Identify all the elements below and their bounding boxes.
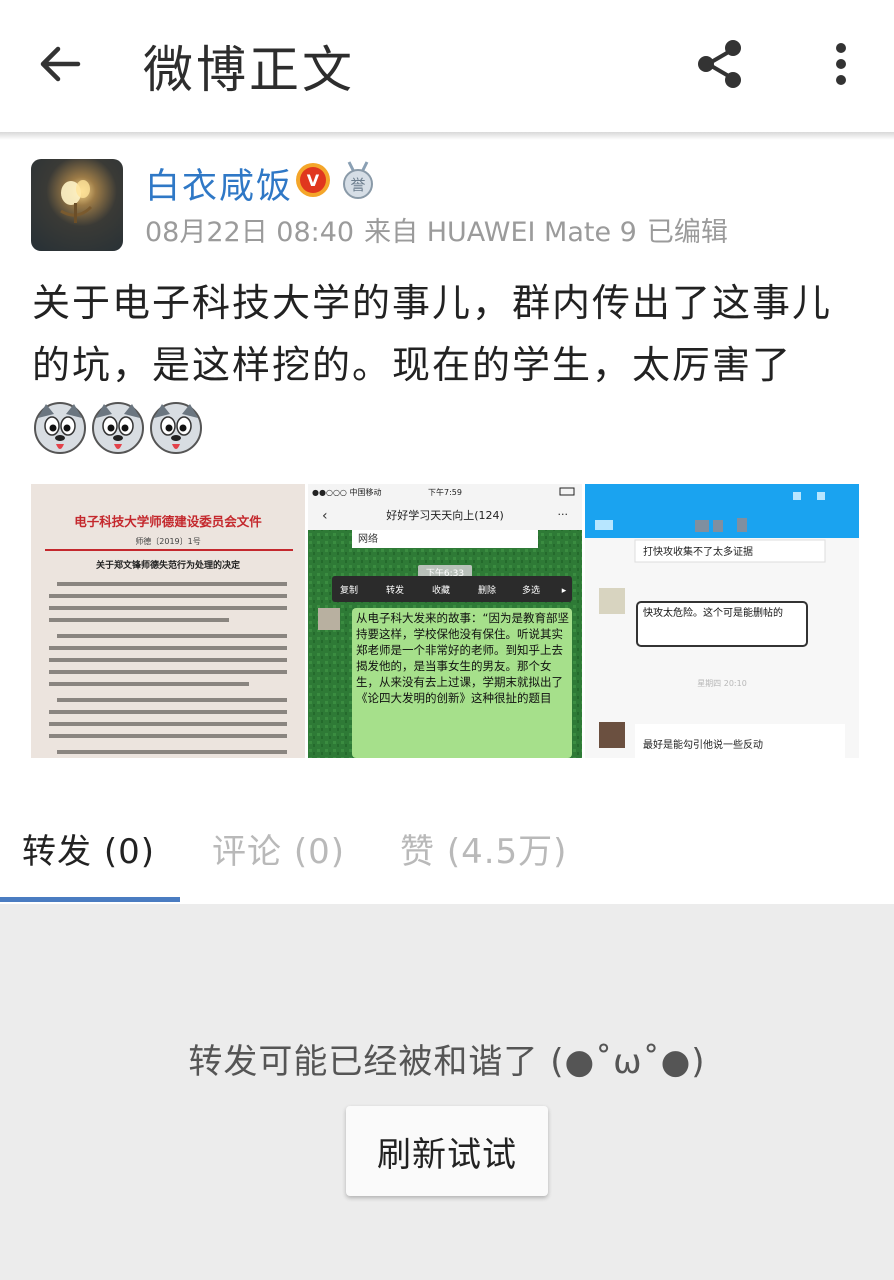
more-vertical-icon (836, 43, 846, 85)
post-image-document[interactable]: 电子科技大学师德建设委员会文件 师德〔2019〕1号 关于郑文锋师德失范行为处理… (31, 484, 305, 758)
chat-menu-forward: 转发 (386, 584, 404, 596)
tab-like-count: (4.5万) (446, 832, 568, 872)
chat-clock: 下午7:59 (428, 487, 462, 497)
chat-group-name: 好好学习天天向上(124) (386, 508, 504, 522)
chat-menu-favorite: 收藏 (432, 584, 450, 596)
post-time: 08月22日 08:40 (145, 217, 355, 248)
page-title: 微博正文 (143, 41, 355, 99)
app-header: 微博正文 (0, 0, 894, 132)
post-image-chat[interactable]: ●●○○○ 中国移动 下午7:59 ‹ 好好学习天天向上(124) ··· 网络… (308, 484, 582, 758)
share-icon (698, 40, 741, 88)
avatar[interactable] (31, 159, 123, 251)
tab-like[interactable]: 赞 (4.5万) (400, 824, 567, 873)
chat2-msg3: 最好是能勾引他说一些反动 (643, 738, 763, 751)
share-button[interactable] (690, 34, 750, 94)
author-name[interactable]: 白衣咸饭 (145, 158, 293, 209)
chat2-msg2: 快攻太危险。这个可是能删帖的 (643, 608, 783, 619)
tab-repost-label: 转发 (22, 832, 92, 872)
medal-icon[interactable]: 誉 (340, 160, 376, 200)
chat2-msg1: 打快攻收集不了太多证据 (643, 545, 753, 558)
more-options-button[interactable] (818, 34, 864, 94)
empty-message: 转发可能已经被和谐了 (●˚ω˚●) (188, 1042, 706, 1082)
verified-badge[interactable]: V (296, 163, 330, 197)
header-shadow (0, 132, 894, 140)
tab-comment-count: (0) (293, 832, 345, 872)
chat-bubble-text: 从电子科大发来的故事：“因为是教育部坚持要这样，学校保他没有保住。听说其实郑老师… (356, 611, 569, 705)
emoji-row (32, 400, 204, 456)
post-edited: 已编辑 (646, 217, 728, 248)
chat2-timestamp: 星期四 20:10 (697, 679, 747, 688)
active-tab-indicator (0, 897, 180, 902)
verified-v-icon: V (300, 167, 326, 193)
svg-text:‹: ‹ (322, 508, 328, 524)
arrow-left-icon (40, 46, 81, 82)
tab-comment[interactable]: 评论 (0) (212, 824, 345, 873)
tab-like-label: 赞 (400, 832, 435, 872)
husky-dog-emoji-icon (34, 402, 86, 454)
svg-text:▸: ▸ (562, 586, 567, 596)
chat-prev-msg: 网络 (358, 532, 378, 545)
lamp-avatar-image (60, 180, 93, 223)
doc-number: 师德〔2019〕1号 (135, 536, 200, 546)
post-meta: 08月22日 08:40 来自 HUAWEI Mate 9 已编辑 (145, 210, 738, 249)
doc-subtitle: 关于郑文锋师德失范行为处理的决定 (96, 559, 241, 571)
husky-dog-emoji-icon (150, 402, 202, 454)
chat-carrier: ●●○○○ 中国移动 (312, 487, 381, 497)
svg-text:誉: 誉 (350, 176, 365, 194)
post-text: 关于电子科技大学的事儿，群内传出了这事儿的坑，是这样挖的。现在的学生，太厉害了 (32, 281, 833, 387)
refresh-button[interactable]: 刷新试试 (346, 1106, 548, 1196)
empty-state-area (0, 904, 894, 1280)
tab-repost[interactable]: 转发 (0) (22, 824, 155, 873)
chat-menu-delete: 删除 (478, 584, 496, 596)
post-source: 来自 HUAWEI Mate 9 (364, 217, 637, 248)
tab-bar: 转发 (0) 评论 (0) 赞 (4.5万) (0, 778, 894, 904)
post-image-chat2[interactable]: 打快攻收集不了太多证据 快攻太危险。这个可是能删帖的 星期四 20:10 最好是… (585, 484, 859, 758)
tab-comment-label: 评论 (212, 832, 282, 872)
doc-title: 电子科技大学师德建设委员会文件 (74, 514, 262, 529)
chat-menu-copy: 复制 (340, 584, 358, 596)
tab-repost-count: (0) (103, 832, 155, 872)
svg-text:···: ··· (558, 508, 569, 521)
husky-dog-emoji-icon (92, 402, 144, 454)
chat-menu-multiselect: 多选 (522, 584, 540, 596)
back-button[interactable] (30, 36, 90, 92)
